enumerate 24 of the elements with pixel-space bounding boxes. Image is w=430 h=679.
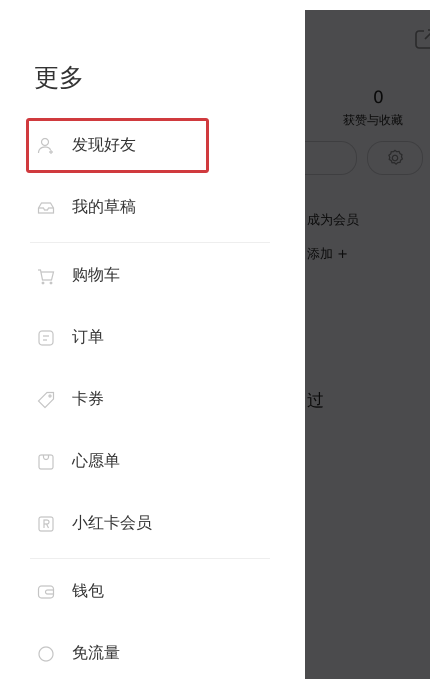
page-text: 过 [307,390,324,412]
tag-icon [37,390,55,408]
menu-item[interactable]: 钱包 [26,564,209,619]
menu-item[interactable]: 我的草稿 [26,180,209,235]
menu-item[interactable]: 免流量 [26,626,209,679]
menu-item[interactable]: 心愿单 [26,434,209,489]
menu-item[interactable]: 发现好友 [26,118,209,173]
document-icon [37,328,55,346]
cart-icon [37,266,55,284]
card-icon [37,514,55,532]
menu-item[interactable]: 订单 [26,310,209,365]
menu-item[interactable]: 卡券 [26,372,209,427]
settings-icon [386,149,404,167]
bag-icon [37,452,55,470]
person-add-icon [37,136,55,154]
menu-item[interactable]: 购物车 [26,248,209,303]
likes-count: 0 [373,88,384,108]
menu-item[interactable]: 小红卡会员 [26,496,209,551]
drawer-title: 更多 [34,62,85,94]
settings-button[interactable] [367,141,423,175]
wallet-icon [37,582,55,600]
share-icon[interactable] [414,28,430,50]
circle-icon [37,644,55,662]
likes-label: 获赞与收藏 [343,112,403,129]
